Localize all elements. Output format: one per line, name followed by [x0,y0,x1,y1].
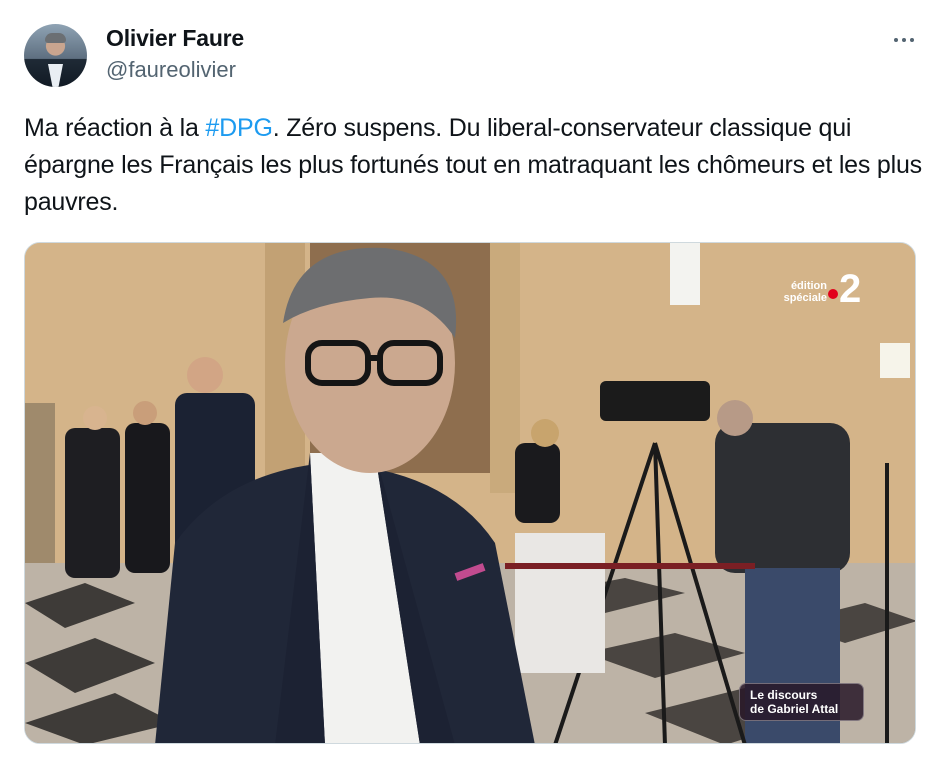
video-caption: Le discours de Gabriel Attal [739,683,864,721]
channel-logo-number: 2 [839,267,862,311]
author-display-name[interactable]: Olivier Faure [106,25,244,52]
ellipsis-icon [894,38,898,42]
caption-line-2: de Gabriel Attal [750,702,839,716]
ellipsis-icon [910,38,914,42]
hashtag-link[interactable]: #DPG [205,114,272,142]
author-avatar[interactable] [24,24,87,87]
video-camera [600,381,710,421]
tweet-video[interactable]: édition spéciale 2 Le discours de Gabrie… [24,242,916,744]
ellipsis-icon [902,38,906,42]
white-desk [515,533,605,673]
studio-light [670,243,700,305]
channel-logo-text: édition spéciale [783,280,827,304]
tweet-text: Ma réaction à la #DPG. Zéro suspens. Du … [24,110,924,221]
avatar-shirt [48,64,63,87]
avatar-hair [45,33,66,43]
more-options-button[interactable] [884,30,924,50]
studio-light [880,343,910,378]
red-rope [505,563,755,569]
caption-line-1: Le discours [750,688,818,702]
channel-logo-dot-icon [828,289,838,299]
tweet-text-intro: Ma réaction à la [24,114,206,142]
video-frame [25,243,915,743]
author-handle[interactable]: @faureolivier [106,57,236,83]
